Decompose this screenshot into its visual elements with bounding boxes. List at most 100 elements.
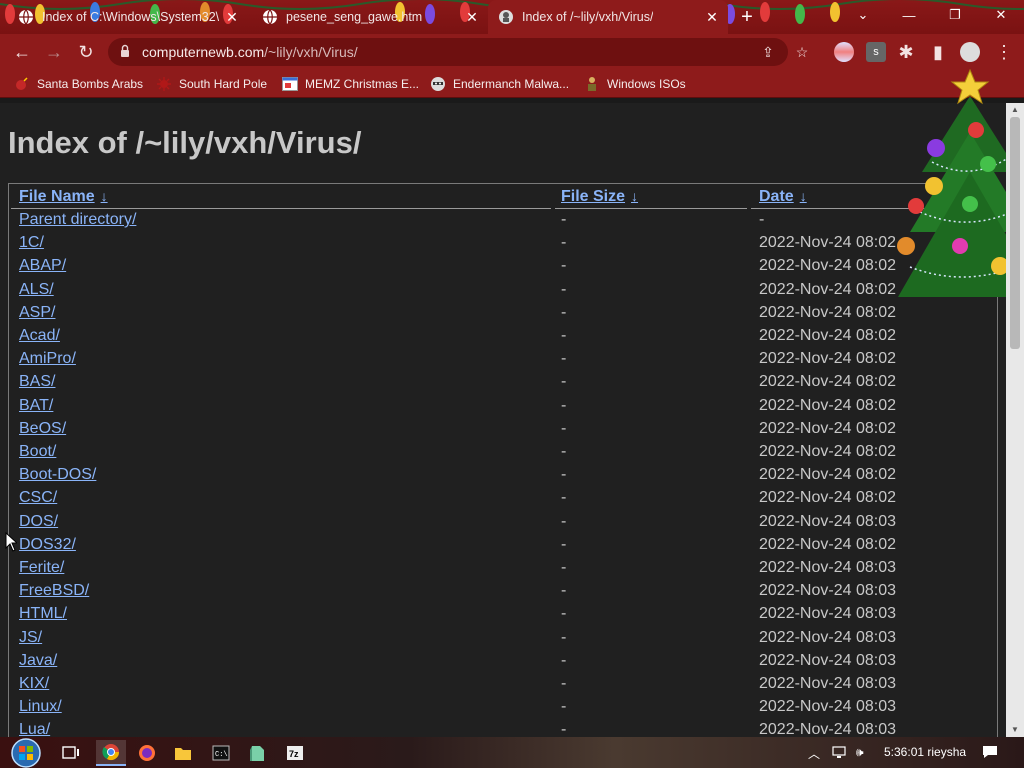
address-bar[interactable]: computernewb.com/~lily/vxh/Virus/ ⇪ ☆ [108, 38, 808, 66]
directory-listing-table: File Name ↓ File Size ↓ Date ↓ Parent direc… [8, 183, 998, 737]
file-size-cell: - [561, 559, 567, 576]
directory-link[interactable]: HTML/ [19, 605, 67, 623]
sort-arrow-icon: ↓ [799, 188, 807, 204]
tab-title: pesene_seng_gawe.htm [286, 10, 423, 24]
start-orb-icon[interactable] [6, 737, 46, 768]
close-tab-icon[interactable]: ✕ [224, 9, 240, 25]
directory-link[interactable]: JS/ [19, 629, 42, 647]
forward-button[interactable]: → [42, 40, 66, 64]
directory-link[interactable]: DOS/ [19, 513, 58, 531]
directory-link[interactable]: Boot-DOS/ [19, 466, 96, 484]
file-size-cell: - [561, 211, 567, 228]
directory-link[interactable]: Java/ [19, 652, 57, 670]
globe-icon [262, 9, 278, 25]
task-view-icon[interactable] [56, 740, 86, 766]
scroll-thumb[interactable] [1010, 117, 1020, 349]
close-tab-icon[interactable]: ✕ [464, 9, 480, 25]
directory-link[interactable]: 1C/ [19, 234, 44, 252]
extension-s-icon[interactable]: s [866, 42, 886, 62]
firefox-taskbar-icon[interactable] [132, 740, 162, 766]
directory-link[interactable]: ASP/ [19, 304, 55, 322]
date-cell: - [759, 211, 765, 228]
close-tab-icon[interactable]: ✕ [704, 9, 720, 25]
restore-button[interactable]: ❐ [932, 0, 978, 30]
network-icon[interactable] [832, 745, 848, 762]
figure-icon [584, 76, 600, 92]
tab-title: Index of C:\Windows\System32\ [42, 10, 220, 24]
column-header-file-size[interactable]: File Size ↓ [561, 188, 638, 206]
bookmark-label: South Hard Pole [179, 77, 268, 91]
directory-link[interactable]: CSC/ [19, 489, 57, 507]
profile-avatar-icon[interactable] [960, 42, 980, 62]
close-window-button[interactable]: ✕ [978, 0, 1024, 30]
tab-virus-index[interactable]: Index of /~lily/vxh/Virus/ ✕ [488, 0, 728, 34]
bookmark-windows-isos[interactable]: Windows ISOs [584, 75, 686, 93]
extension-flag-icon[interactable] [834, 42, 854, 62]
tab-system32[interactable]: Index of C:\Windows\System32\ ✕ [8, 0, 248, 34]
scroll-down-arrow-icon[interactable]: ▼ [1006, 723, 1024, 737]
sort-arrow-icon: ↓ [631, 188, 639, 204]
tab-search-icon[interactable]: ⌄ [840, 0, 886, 30]
directory-link[interactable]: BAS/ [19, 373, 55, 391]
directory-link[interactable]: Ferite/ [19, 559, 64, 577]
date-cell: 2022-Nov-24 08:02 [759, 489, 896, 507]
directory-link[interactable]: Acad/ [19, 327, 60, 345]
bookmark-memz-christmas[interactable]: MEMZ Christmas E... [282, 75, 419, 93]
directory-link[interactable]: DOS32/ [19, 536, 76, 554]
listing-row: Boot/ - 2022-Nov-24 08:02 [9, 443, 997, 466]
bookmark-star-icon[interactable]: ☆ [792, 42, 812, 62]
column-header-label: File Name [19, 188, 95, 205]
date-cell: 2022-Nov-24 08:02 [759, 373, 896, 391]
date-cell: 2022-Nov-24 08:02 [759, 466, 896, 484]
file-size-cell: - [561, 303, 567, 321]
back-button[interactable]: ← [10, 40, 34, 64]
directory-link[interactable]: FreeBSD/ [19, 582, 89, 600]
page-title: Index of /~lily/vxh/Virus/ [8, 125, 362, 160]
listing-row: Acad/ - 2022-Nov-24 08:02 [9, 327, 997, 350]
side-panel-icon[interactable]: ▮ [926, 40, 950, 64]
minimize-button[interactable]: — [886, 0, 932, 30]
bomb-icon [14, 76, 30, 92]
column-header-file-name[interactable]: File Name ↓ [19, 188, 108, 206]
tray-chevron-icon[interactable]: ︿ [808, 745, 820, 762]
command-prompt-taskbar-icon[interactable]: C:\ [206, 740, 236, 766]
extensions-puzzle-icon[interactable]: ✱ [894, 40, 918, 64]
globe-icon [18, 9, 34, 25]
parent-directory-link[interactable]: Parent directory/ [19, 211, 136, 229]
bookmark-endermanch[interactable]: Endermanch Malwa... [430, 75, 569, 93]
page-scrollbar[interactable]: ▲ ▼ [1006, 103, 1024, 737]
bookmark-south-hard-pole[interactable]: South Hard Pole [156, 75, 267, 93]
menu-kebab-icon[interactable]: ⋮ [992, 40, 1016, 64]
directory-link[interactable]: BAT/ [19, 397, 53, 415]
file-size-cell: - [561, 350, 567, 368]
file-explorer-taskbar-icon[interactable] [168, 740, 198, 766]
directory-link[interactable]: BeOS/ [19, 420, 66, 438]
volume-icon[interactable]: 🕪 [856, 745, 864, 760]
reload-button[interactable]: ↻ [74, 40, 98, 64]
listing-row: 1C/ - 2022-Nov-24 08:02 [9, 234, 997, 257]
scroll-up-arrow-icon[interactable]: ▲ [1006, 103, 1024, 117]
listing-row: Parent directory/ - - [9, 211, 997, 234]
directory-favicon-icon [498, 9, 514, 25]
chrome-taskbar-icon[interactable] [96, 740, 126, 766]
directory-link[interactable]: Linux/ [19, 698, 62, 716]
listing-row: CSC/ - 2022-Nov-24 08:02 [9, 489, 997, 512]
file-size-cell: - [561, 628, 567, 646]
page-content: Index of /~lily/vxh/Virus/ File Name ↓ Fi… [0, 103, 1006, 737]
tab-pesene[interactable]: pesene_seng_gawe.htm ✕ [252, 0, 488, 34]
column-header-label: Date [759, 188, 794, 205]
notepad-taskbar-icon[interactable] [242, 740, 272, 766]
directory-link[interactable]: Lua/ [19, 721, 50, 737]
bookmark-santa-bombs[interactable]: Santa Bombs Arabs [14, 75, 143, 93]
column-header-date[interactable]: Date ↓ [759, 188, 807, 206]
taskbar-clock[interactable]: 5:36:01 rieysha [884, 745, 966, 759]
directory-link[interactable]: Boot/ [19, 443, 56, 461]
7zip-taskbar-icon[interactable]: 7z [280, 740, 310, 766]
notification-icon[interactable] [982, 745, 998, 762]
directory-link[interactable]: ABAP/ [19, 257, 66, 275]
directory-link[interactable]: KIX/ [19, 675, 49, 693]
share-icon[interactable]: ⇪ [758, 42, 778, 62]
directory-link[interactable]: ALS/ [19, 281, 54, 299]
new-tab-button[interactable]: + [736, 6, 758, 28]
directory-link[interactable]: AmiPro/ [19, 350, 76, 368]
